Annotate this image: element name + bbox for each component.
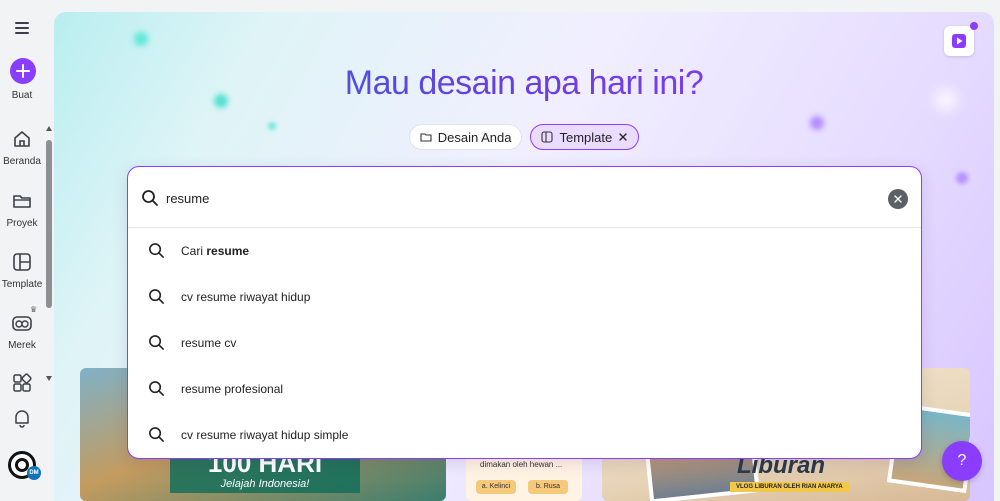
template-card-subtitle: Jelajah Indonesia! (220, 478, 310, 490)
suggestion-text: cv resume riwayat hidup (181, 290, 311, 304)
search-input[interactable] (166, 185, 866, 211)
sidebar-item-projects[interactable]: Proyek (0, 190, 44, 229)
suggestion-text: resume cv (181, 336, 237, 350)
decor-sparkle (956, 172, 968, 184)
sidebar-scrollbar[interactable] (44, 124, 54, 384)
brand-icon (12, 316, 32, 331)
avatar[interactable]: DM (8, 451, 41, 480)
template-icon (13, 253, 31, 271)
create-label: Buat (11, 90, 33, 101)
search-icon (149, 381, 164, 396)
clear-search-button[interactable] (888, 189, 908, 209)
bell-icon (15, 410, 29, 428)
search-icon (142, 190, 158, 206)
search-icon (149, 335, 164, 350)
plus-icon (16, 64, 30, 78)
play-icon (952, 34, 966, 48)
sidebar-item-notifications[interactable] (0, 407, 44, 429)
suggestion-text: Cari resume (181, 244, 249, 258)
decor-sparkle (134, 32, 148, 46)
search-suggestion[interactable]: resume profesional (128, 366, 921, 412)
suggestion-prefix: Cari (181, 244, 207, 258)
scroll-down-icon[interactable] (46, 376, 52, 381)
help-button[interactable]: ? (942, 441, 982, 481)
search-bar (128, 167, 921, 228)
video-tour-button[interactable] (944, 26, 974, 56)
menu-icon[interactable] (12, 20, 32, 36)
filter-template[interactable]: Template (530, 124, 640, 150)
template-card-option: a. Kelinci (476, 480, 516, 494)
suggestion-text: resume profesional (181, 382, 284, 396)
search-suggestion[interactable]: cv resume riwayat hidup (128, 274, 921, 320)
scroll-up-icon[interactable] (46, 126, 52, 131)
search-suggestion[interactable]: resume cv (128, 320, 921, 366)
search-icon (149, 243, 164, 258)
sidebar-item-apps[interactable] (0, 372, 44, 394)
search-panel: Cari resume cv resume riwayat hidup resu… (127, 166, 922, 459)
search-suggestion[interactable]: Cari resume (128, 228, 921, 274)
scrollbar-thumb[interactable] (46, 140, 52, 308)
template-icon (541, 131, 554, 143)
create-button[interactable] (10, 58, 36, 84)
sidebar-item-home[interactable]: Beranda (0, 128, 44, 167)
filter-your-designs[interactable]: Desain Anda (408, 124, 523, 150)
sidebar-item-templates[interactable]: Template (0, 251, 44, 290)
search-suggestion[interactable]: cv resume riwayat hidup simple (128, 412, 921, 458)
canva-home: Buat Beranda Proyek Template ♛ Merek DM (0, 0, 1000, 501)
folder-icon (420, 133, 432, 142)
search-icon (149, 289, 164, 304)
close-icon (894, 195, 902, 203)
close-icon[interactable] (618, 132, 628, 142)
left-sidebar: Buat Beranda Proyek Template ♛ Merek DM (0, 0, 44, 501)
home-icon (14, 131, 30, 147)
filter-label: Desain Anda (437, 129, 512, 145)
notification-dot (970, 22, 978, 30)
filter-label: Template (559, 129, 613, 145)
apps-icon (13, 373, 32, 392)
template-card-subtitle: VLOG LIBURAN OLEH RIAN ANARYA (730, 482, 849, 492)
search-icon (149, 427, 164, 442)
suggestion-text: cv resume riwayat hidup simple (181, 428, 349, 442)
search-filter-group: Desain Anda Template (54, 124, 994, 150)
template-card-text: dimakan oleh hewan ... (480, 460, 563, 469)
sidebar-item-brand[interactable]: Merek (0, 312, 44, 351)
page-title: Mau desain apa hari ini? (54, 64, 994, 103)
suggestion-highlight: resume (206, 244, 250, 258)
avatar-badge: DM (27, 466, 41, 480)
folder-icon (13, 195, 31, 208)
template-card-option: b. Rusa (528, 480, 568, 494)
